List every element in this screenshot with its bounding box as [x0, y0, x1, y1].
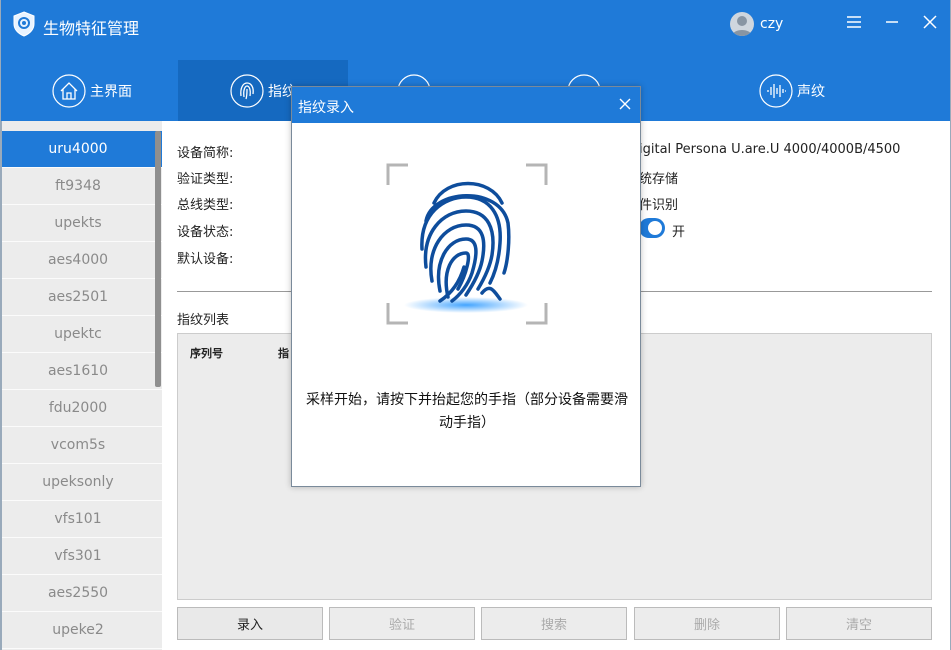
device-item[interactable]: vcom5s — [2, 427, 162, 464]
column-header-name[interactable]: 指 — [268, 345, 289, 361]
menu-button[interactable] — [844, 12, 864, 32]
tab-voiceprint-label: 声纹 — [797, 83, 825, 100]
app-logo-icon — [13, 11, 35, 37]
fingerprint-icon — [230, 73, 264, 108]
verify-type-label: 验证类型: — [177, 172, 234, 187]
avatar[interactable] — [730, 12, 754, 36]
device-item[interactable]: upeke2 — [2, 612, 162, 649]
device-item[interactable]: upeksonly — [2, 464, 162, 501]
fingerprint-scan-icon — [386, 163, 548, 325]
device-item[interactable]: fdu2000 — [2, 390, 162, 427]
dialog-close-icon[interactable] — [618, 97, 632, 111]
clear-button[interactable]: 清空 — [786, 607, 932, 640]
home-icon — [52, 73, 86, 108]
device-status-value: 开 — [672, 225, 686, 240]
column-header-seq[interactable]: 序列号 — [178, 345, 268, 361]
app-title: 生物特征管理 — [43, 19, 140, 38]
device-name-value: igital Persona U.are.U 4000/4000B/4500 — [639, 142, 901, 157]
close-icon — [923, 15, 937, 29]
dialog-message: 采样开始，请按下并抬起您的手指（部分设备需要滑动手指） — [306, 392, 628, 431]
minimize-icon — [886, 21, 898, 23]
device-item[interactable]: vfs101 — [2, 501, 162, 538]
fingerprint-enroll-dialog: 指纹录入 采样开始，请按下并抬起您的手指（部分设备需要滑动手指） — [291, 86, 641, 487]
device-list: uru4000 ft9348 upekts aes4000 aes2501 up… — [0, 121, 162, 650]
device-item[interactable]: uru4000 — [2, 131, 162, 168]
bus-type-label: 总线类型: — [177, 198, 234, 213]
hamburger-icon — [847, 16, 861, 28]
fingerprint-scan-graphic — [386, 163, 548, 325]
enroll-button[interactable]: 录入 — [177, 607, 323, 640]
bus-type-value: 件识别 — [639, 198, 679, 213]
device-status-toggle[interactable] — [639, 218, 665, 238]
default-device-label: 默认设备: — [177, 252, 234, 267]
device-item[interactable]: aes2550 — [2, 575, 162, 612]
search-button[interactable]: 搜索 — [481, 607, 627, 640]
device-item[interactable]: aes4000 — [2, 242, 162, 279]
device-item[interactable]: vfs301 — [2, 538, 162, 575]
toggle-knob — [648, 221, 662, 235]
tab-home-label: 主界面 — [90, 83, 132, 100]
fingerprint-list-title: 指纹列表 — [177, 313, 230, 328]
device-item[interactable]: upektc — [2, 316, 162, 353]
tab-home[interactable]: 主界面 — [7, 60, 177, 121]
device-item[interactable]: upekts — [2, 205, 162, 242]
voiceprint-icon — [759, 73, 793, 108]
user-icon — [732, 16, 752, 36]
device-name-label: 设备简称: — [177, 146, 234, 161]
dialog-title-bar: 指纹录入 — [292, 87, 640, 123]
verify-button[interactable]: 验证 — [329, 607, 475, 640]
tab-voiceprint[interactable]: 声纹 — [707, 60, 877, 121]
minimize-button[interactable] — [882, 12, 902, 32]
verify-type-value: 统存储 — [639, 172, 679, 187]
device-item[interactable]: aes1610 — [2, 353, 162, 390]
device-status-label: 设备状态: — [177, 225, 234, 240]
delete-button[interactable]: 删除 — [634, 607, 780, 640]
device-item[interactable]: ft9348 — [2, 168, 162, 205]
user-name[interactable]: czy — [760, 16, 783, 32]
sidebar-scrollbar[interactable] — [155, 131, 161, 387]
device-item[interactable]: aes2501 — [2, 279, 162, 316]
close-window-button[interactable] — [920, 12, 940, 32]
dialog-title: 指纹录入 — [298, 100, 354, 116]
